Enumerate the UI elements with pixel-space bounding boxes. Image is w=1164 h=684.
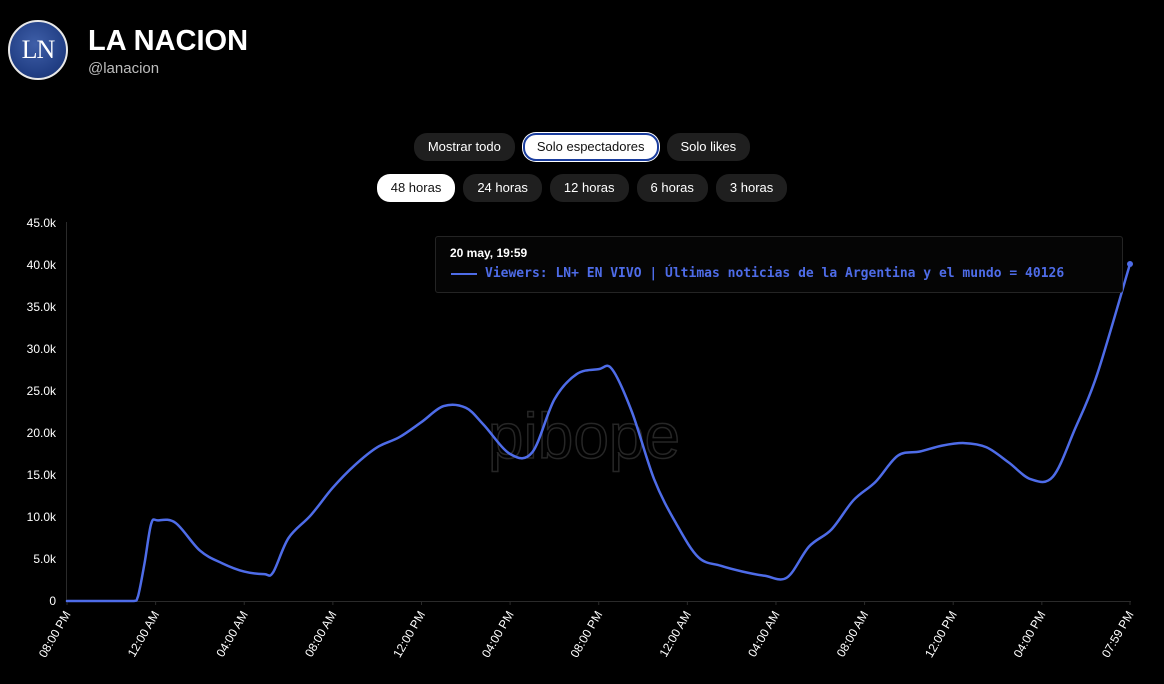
x-tick-label: 04:00 PM	[1011, 609, 1049, 660]
x-tick-label: 08:00 AM	[834, 608, 871, 659]
watermark-text: pibope	[488, 400, 680, 472]
y-tick-label: 40.0k	[27, 258, 57, 272]
y-tick-label: 10.0k	[27, 510, 57, 524]
mode-filter-group: Mostrar todo Solo espectadores Solo like…	[0, 133, 1164, 161]
y-tick-label: 15.0k	[27, 468, 57, 482]
range-3h-button[interactable]: 3 horas	[715, 174, 788, 202]
y-tick-label: 30.0k	[27, 342, 57, 356]
y-tick-label: 20.0k	[27, 426, 57, 440]
channel-handle: @lanacion	[88, 59, 160, 77]
range-6h-button[interactable]: 6 horas	[636, 174, 708, 202]
x-tick-label: 12:00 AM	[125, 608, 162, 659]
x-tick-label: 12:00 PM	[390, 609, 428, 660]
last-data-point[interactable]	[1127, 260, 1133, 267]
y-tick-label: 5.0k	[33, 552, 57, 566]
y-tick-label: 0	[49, 594, 56, 608]
tooltip-value: Viewers: LN+ EN VIVO | Últimas noticias …	[485, 266, 1065, 281]
viewers-only-button[interactable]: Solo espectadores	[522, 133, 659, 161]
chart-tooltip: 20 may, 19:59 Viewers: LN+ EN VIVO | Últ…	[435, 236, 1123, 293]
range-12h-button[interactable]: 12 horas	[549, 174, 629, 202]
tooltip-date: 20 may, 19:59	[450, 246, 528, 260]
x-tick-label: 07:59 PM	[1099, 609, 1137, 660]
range-24h-button[interactable]: 24 horas	[463, 174, 542, 202]
x-tick-label: 08:00 PM	[36, 609, 74, 660]
x-tick-label: 04:00 AM	[213, 608, 250, 659]
avatar-logo-text: LN	[21, 35, 56, 64]
range-48h-button[interactable]: 48 horas	[376, 174, 456, 202]
y-tick-label: 35.0k	[27, 300, 57, 314]
x-tick-label: 04:00 AM	[745, 608, 782, 659]
y-tick-label: 45.0k	[27, 216, 57, 230]
likes-only-button[interactable]: Solo likes	[666, 133, 751, 161]
time-range-group: 48 horas 24 horas 12 horas 6 horas 3 hor…	[0, 174, 1164, 202]
channel-header: LN LA NACION @lanacion	[8, 20, 248, 80]
x-tick-label: 08:00 PM	[568, 609, 606, 660]
x-tick-label: 12:00 AM	[656, 608, 693, 659]
show-all-button[interactable]: Mostrar todo	[413, 133, 515, 161]
channel-title: LA NACION	[88, 24, 249, 57]
x-tick-label: 04:00 PM	[479, 609, 517, 660]
avatar[interactable]: LN	[8, 20, 68, 80]
y-tick-label: 25.0k	[27, 384, 57, 398]
tooltip-series-swatch	[451, 273, 477, 275]
x-tick-label: 08:00 AM	[302, 608, 339, 659]
x-tick-label: 12:00 PM	[922, 609, 960, 660]
